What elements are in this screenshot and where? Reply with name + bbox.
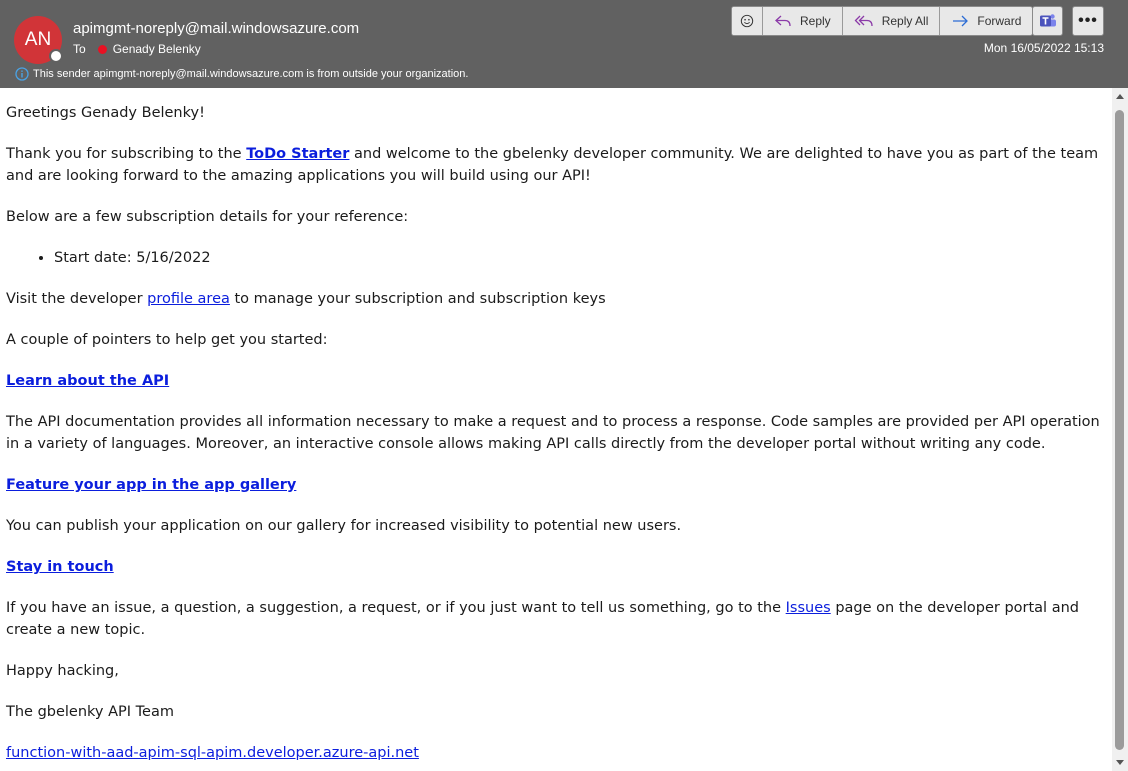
forward-label: Forward [977, 14, 1022, 28]
to-line: To Genady Belenky [73, 42, 201, 56]
touch-heading: Stay in touch [6, 556, 1106, 578]
scroll-up-arrow-icon[interactable] [1112, 90, 1128, 104]
more-actions-button[interactable]: ••• [1072, 6, 1104, 36]
vertical-scrollbar[interactable] [1112, 88, 1128, 771]
feature-heading: Feature your app in the app gallery [6, 474, 1106, 496]
signature: The gbelenky API Team [6, 704, 174, 720]
forward-icon [953, 15, 969, 27]
to-label: To [73, 42, 86, 56]
learn-heading: Learn about the API [6, 370, 1106, 392]
reply-all-icon [854, 15, 873, 27]
learn-api-link[interactable]: Learn about the API [6, 373, 169, 389]
greeting: Greetings Genady Belenky! [6, 105, 205, 121]
received-date: Mon 16/05/2022 15:13 [983, 41, 1104, 55]
details-list: Start date: 5/16/2022 [6, 247, 1106, 269]
details-heading: Below are a few subscription details for… [6, 209, 409, 225]
recipient-name[interactable]: Genady Belenky [113, 42, 201, 56]
learn-paragraph: The API documentation provides all infor… [6, 414, 1100, 452]
reaction-button[interactable] [732, 7, 763, 35]
reply-label: Reply [800, 14, 831, 28]
visit-paragraph: Visit the developer profile area to mana… [6, 288, 1106, 310]
touch-paragraph: If you have an issue, a question, a sugg… [6, 597, 1106, 641]
start-date-item: Start date: 5/16/2022 [54, 247, 1106, 269]
todo-starter-link[interactable]: ToDo Starter [246, 146, 349, 162]
teams-button[interactable] [1032, 6, 1063, 36]
intro-text: Thank you for subscribing to the [6, 146, 247, 162]
scrollbar-thumb[interactable] [1115, 110, 1124, 750]
info-icon [15, 67, 29, 81]
presence-indicator [49, 49, 63, 63]
recipient-status-icon [97, 44, 107, 54]
more-icon: ••• [1078, 12, 1098, 29]
message-header: AN apimgmt-noreply@mail.windowsazure.com… [0, 0, 1128, 88]
portal-paragraph: function-with-aad-apim-sql-apim.develope… [6, 742, 1106, 764]
response-toolbar: Reply Reply All Forward [731, 6, 1034, 36]
closing: Happy hacking, [6, 663, 119, 679]
forward-button[interactable]: Forward [940, 7, 1033, 35]
feature-paragraph: You can publish your application on our … [6, 518, 682, 534]
smiley-icon [740, 14, 754, 28]
reply-all-button[interactable]: Reply All [842, 7, 941, 35]
visit-text: Visit the developer [6, 291, 148, 307]
touch-text: If you have an issue, a question, a sugg… [6, 600, 786, 616]
scroll-down-arrow-icon[interactable] [1112, 755, 1128, 769]
teams-icon [1039, 14, 1056, 27]
sender-address[interactable]: apimgmt-noreply@mail.windowsazure.com [73, 20, 359, 37]
app-gallery-link[interactable]: Feature your app in the app gallery [6, 477, 296, 493]
reply-button[interactable]: Reply [763, 7, 843, 35]
external-sender-notice: This sender apimgmt-noreply@mail.windows… [15, 67, 468, 81]
intro-paragraph: Thank you for subscribing to the ToDo St… [6, 143, 1106, 187]
profile-area-link[interactable]: profile area [147, 291, 230, 307]
developer-portal-link[interactable]: function-with-aad-apim-sql-apim.develope… [6, 745, 419, 761]
message-body: Greetings Genady Belenky! Thank you for … [0, 88, 1112, 771]
visit-text-cont: to manage your subscription and subscrip… [229, 291, 606, 307]
issues-link[interactable]: Issues [786, 600, 831, 616]
external-notice-text: This sender apimgmt-noreply@mail.windows… [33, 68, 469, 80]
pointers-text: A couple of pointers to help get you sta… [6, 332, 328, 348]
reply-icon [775, 15, 791, 27]
stay-in-touch-link[interactable]: Stay in touch [6, 559, 114, 575]
reply-all-label: Reply All [881, 14, 929, 28]
